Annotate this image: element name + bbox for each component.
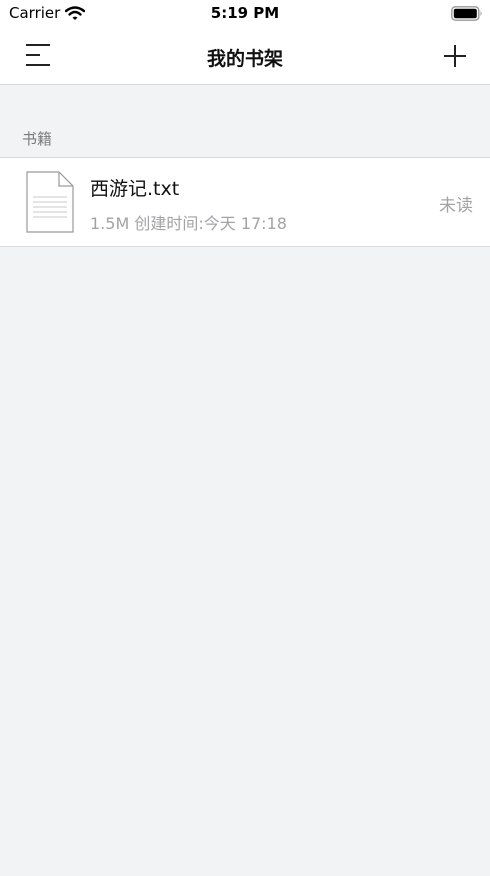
- text-file-icon: [26, 171, 74, 233]
- carrier-label: Carrier: [9, 4, 61, 22]
- menu-icon[interactable]: [22, 40, 54, 70]
- page-title: 我的书架: [206, 48, 283, 70]
- book-title: 西游记.txt: [90, 178, 180, 200]
- book-meta: 1.5M 创建时间:今天 17:18: [90, 214, 287, 233]
- navigation-bar: 我的书架: [0, 28, 490, 85]
- section-header-books: 书籍: [22, 130, 53, 148]
- read-status-label: 未读: [439, 196, 473, 216]
- plus-icon[interactable]: [440, 41, 470, 71]
- status-bar: Carrier 5:19 PM: [0, 0, 490, 28]
- wifi-icon: [65, 6, 85, 20]
- battery-icon: [451, 6, 482, 21]
- book-list-item[interactable]: 西游记.txt 1.5M 创建时间:今天 17:18 未读: [0, 157, 490, 247]
